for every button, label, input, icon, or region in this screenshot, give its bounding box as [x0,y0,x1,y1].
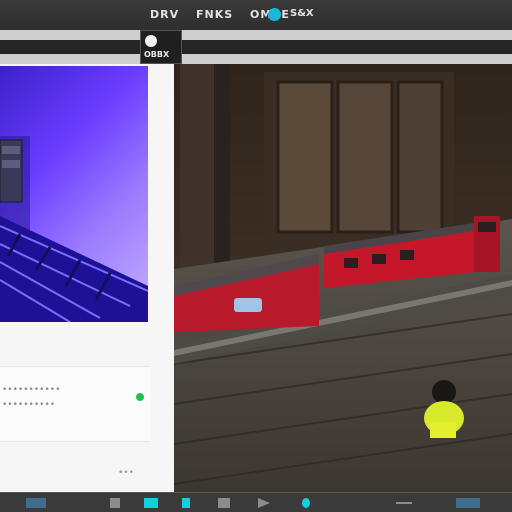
square-icon[interactable] [218,498,230,508]
info-text-line-1: ••••••••••• [2,385,61,395]
online-status-icon [136,393,144,401]
preview-image[interactable] [0,66,148,322]
info-card[interactable]: ••••••••••• •••••••••• [0,366,150,442]
panel-footer-label: ••• [118,468,134,478]
toolbar-button-label: OBBX [144,50,170,59]
title-part-1: DRV [150,8,180,21]
bottom-taskbar [0,492,512,512]
status-indicator-icon[interactable] [268,8,281,21]
toolbar: OBBX [0,30,512,64]
title-part-2: FNKS [195,8,234,21]
cyan-bar-icon[interactable] [182,498,190,508]
title-bar: DRV FNKS OMCE S&X [0,0,512,30]
main-image-view[interactable] [174,64,512,492]
title-suffix: S&X [290,8,314,19]
info-text-line-2: •••••••••• [2,400,56,410]
line-icon[interactable] [396,502,412,504]
cyan-square-icon[interactable] [144,498,158,508]
left-panel: ••••••••••• •••••••••• ••• [0,64,174,492]
app-icon[interactable] [26,498,46,508]
dot-icon[interactable] [302,498,310,508]
train-scene-illustration [174,64,512,492]
purple-room-illustration [0,136,148,322]
app-icon-right[interactable] [456,498,480,508]
toolbar-button[interactable]: OBBX [140,30,182,64]
play-icon[interactable] [258,498,270,508]
circle-icon [145,35,157,47]
toolbar-strip [0,40,512,54]
tool-icon[interactable] [110,498,120,508]
